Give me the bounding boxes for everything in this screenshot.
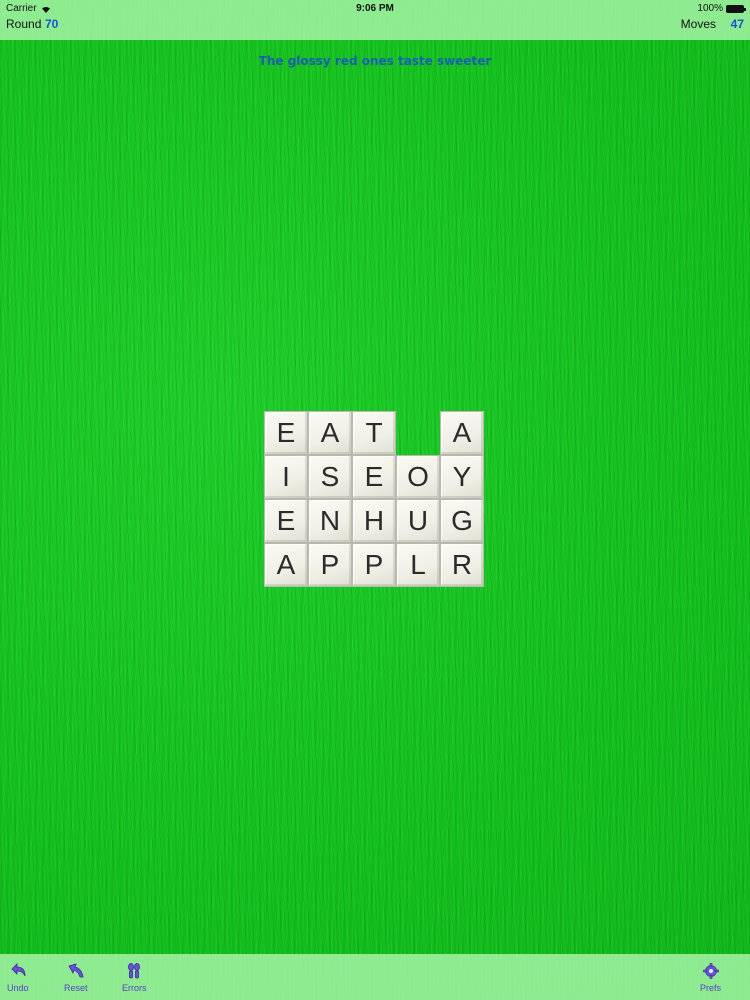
letter-tile[interactable]: E [352,455,396,499]
status-bar: Carrier 9:06 PM 100% [0,0,750,16]
reset-button[interactable]: Reset [64,962,88,993]
letter-tile[interactable]: U [396,499,440,543]
prefs-gear-icon [702,963,719,979]
prefs-label: Prefs [700,983,722,993]
errors-label: Errors [122,983,147,993]
battery-icon [726,4,746,13]
errors-icon [128,963,141,979]
reset-label: Reset [64,983,88,993]
letter-tile[interactable]: A [308,411,352,455]
letter-tile[interactable]: T [352,411,396,455]
letter-tile[interactable]: H [352,499,396,543]
letter-tile[interactable]: N [308,499,352,543]
undo-button[interactable]: Undo [7,962,29,993]
moves-value: 47 [730,17,744,31]
letter-tile[interactable]: G [440,499,484,543]
letter-tile[interactable]: L [396,543,440,587]
battery-indicator: 100% [697,3,746,14]
undo-label: Undo [7,983,29,993]
prefs-button[interactable]: Prefs [700,962,721,993]
undo-icon [11,963,26,977]
letter-tile[interactable]: Y [440,455,484,499]
letter-tile[interactable]: A [440,411,484,455]
reset-icon [68,963,84,978]
battery-label: 100% [697,3,723,14]
empty-slot [396,411,440,455]
letter-tile[interactable]: P [308,543,352,587]
letter-tile[interactable]: R [440,543,484,587]
tile-board: EATAISEOYENHUGAPPLR [264,411,486,589]
letter-tile[interactable]: S [308,455,352,499]
round-value: 70 [45,17,59,31]
status-time: 9:06 PM [356,3,394,14]
letter-tile[interactable]: E [264,499,308,543]
letter-tile[interactable]: A [264,543,308,587]
letter-tile[interactable]: I [264,455,308,499]
moves-label: Moves [680,17,716,31]
letter-tile[interactable]: P [352,543,396,587]
letter-tile[interactable]: O [396,455,440,499]
letter-tile[interactable]: E [264,411,308,455]
bottom-toolbar: Undo Reset Errors Prefs [0,954,750,1000]
hint-text: The glossy red ones taste sweeter [258,54,492,68]
errors-button[interactable]: Errors [122,962,147,993]
round-label: Round [6,17,42,31]
